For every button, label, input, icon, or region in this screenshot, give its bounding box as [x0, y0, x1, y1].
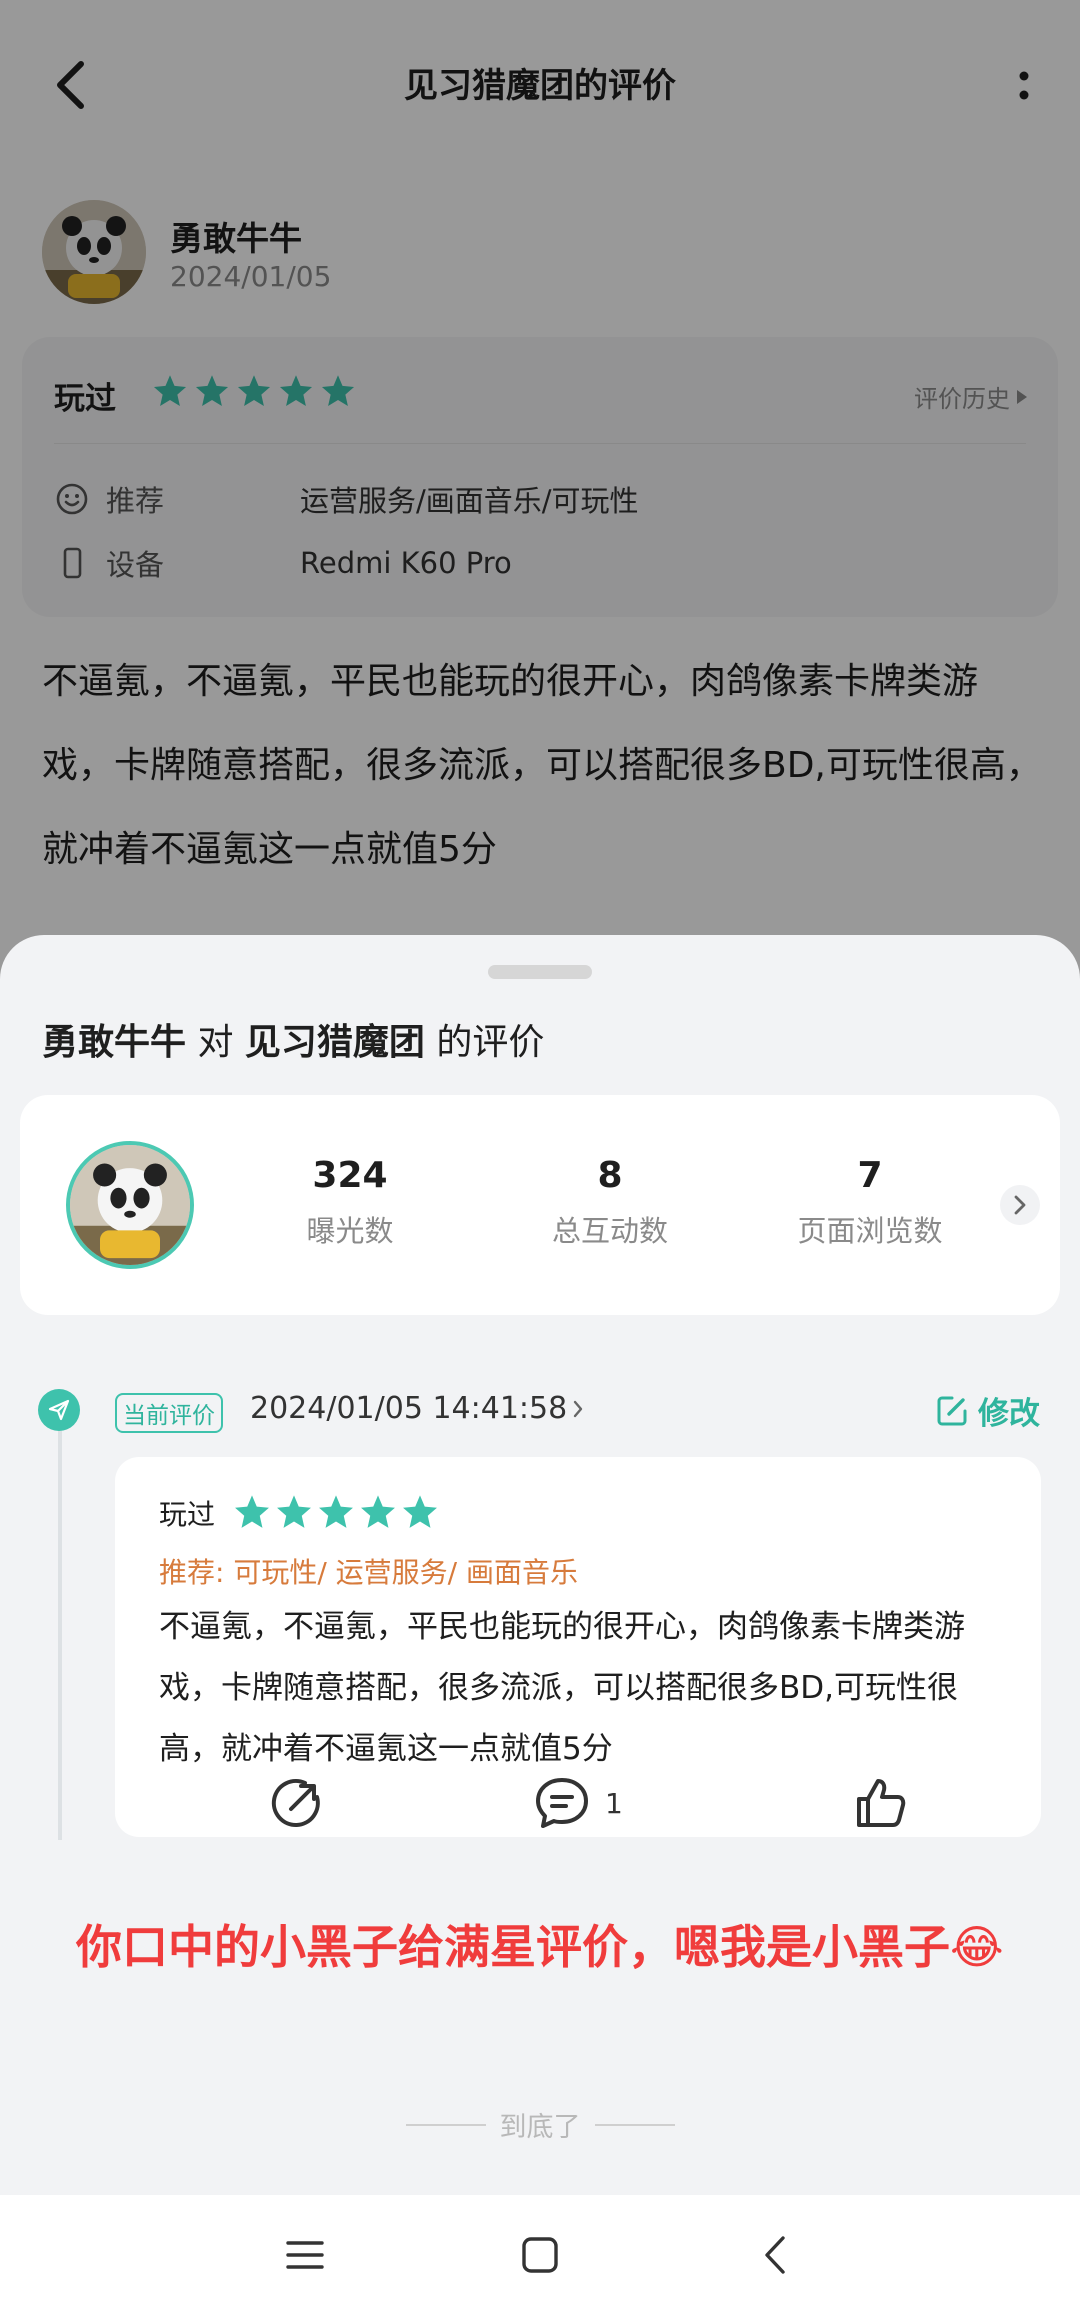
home-icon	[522, 2237, 558, 2273]
share-icon	[271, 1779, 320, 1827]
stat-value: 8	[597, 1155, 623, 1196]
star-icon	[319, 1495, 353, 1528]
divider	[594, 2123, 675, 2126]
comment-count: 1	[605, 1786, 623, 1820]
timeline-dot	[38, 1389, 80, 1431]
end-of-list: 到底了	[0, 2105, 1080, 2144]
star-icon	[277, 1495, 311, 1528]
chevron-right-icon	[1014, 1195, 1026, 1215]
back-nav-icon	[765, 2236, 785, 2274]
menu-icon	[286, 2241, 324, 2269]
stat-label: 曝光数	[306, 1214, 394, 1248]
chevron-right-icon	[573, 1400, 583, 1417]
back-nav-button[interactable]	[745, 2225, 805, 2285]
end-text: 到底了	[499, 2112, 581, 2143]
like-icon	[857, 1779, 906, 1827]
star-icon	[403, 1495, 437, 1528]
sheet-title-end: 的评价	[424, 1022, 545, 1063]
review-text: 不逼氪，不逼氪，平民也能玩的很开心，肉鸽像素卡牌类游戏，卡牌随意搭配，很多流派，…	[159, 1609, 965, 1767]
stat-label: 总互动数	[551, 1214, 668, 1248]
played-label: 玩过	[159, 1498, 216, 1531]
stats-more-button[interactable]	[1000, 1185, 1040, 1225]
star-icon	[235, 1495, 269, 1528]
stat-page-views: 7 页面浏览数	[775, 1155, 965, 1250]
like-button[interactable]	[853, 1775, 909, 1831]
stat-value: 7	[857, 1155, 883, 1196]
menu-nav-button[interactable]	[275, 2225, 335, 2285]
comment-icon	[536, 1778, 588, 1828]
sheet-title-user: 勇敢牛牛	[42, 1022, 187, 1063]
edit-label: 修改	[978, 1396, 1040, 1432]
edit-button[interactable]: 修改	[934, 1388, 1040, 1433]
stats-card[interactable]: 324 曝光数 8 总互动数 7 页面浏览数	[20, 1095, 1060, 1315]
timeline-line	[58, 1400, 62, 1840]
divider	[405, 2123, 486, 2126]
stat-interactions: 8 总互动数	[525, 1155, 695, 1250]
review-time-text: 2024/01/05 14:41:58	[250, 1391, 568, 1426]
review-actions: 1	[115, 1775, 1041, 1845]
stat-label: 页面浏览数	[797, 1214, 943, 1248]
edit-icon	[937, 1396, 967, 1425]
review-time[interactable]: 2024/01/05 14:41:58	[250, 1391, 583, 1426]
send-icon	[48, 1399, 70, 1421]
caption-overlay-text: 你口中的小黑子给满星评价，嗯我是小黑子😂	[76, 1920, 1004, 1974]
comment-button[interactable]: 1	[533, 1775, 623, 1831]
stat-value: 324	[312, 1155, 388, 1196]
bottom-sheet: 勇敢牛牛 对 见习猎魔团 的评价 324 曝光数 8 总互动数 7 页面浏览数 …	[0, 935, 1080, 2305]
sheet-title: 勇敢牛牛 对 见习猎魔团 的评价	[42, 1013, 544, 1065]
home-nav-button[interactable]	[510, 2225, 570, 2285]
system-nav-bar	[0, 2195, 1080, 2305]
sheet-title-mid: 对	[186, 1022, 245, 1063]
share-button[interactable]	[269, 1775, 325, 1831]
sheet-title-game: 见习猎魔团	[244, 1022, 425, 1063]
panda-avatar-icon	[70, 1145, 190, 1265]
review-card[interactable]: 玩过 推荐: 可玩性/ 运营服务/ 画面音乐 不逼氪，不逼氪，平民也能玩的很开心…	[115, 1457, 1041, 1837]
stat-exposure: 324 曝光数	[280, 1155, 420, 1250]
recommend-tags: 推荐: 可玩性/ 运营服务/ 画面音乐	[159, 1556, 579, 1589]
avatar	[66, 1141, 194, 1269]
drag-handle[interactable]	[488, 965, 592, 979]
current-review-badge: 当前评价	[115, 1393, 223, 1433]
star-icon	[361, 1495, 395, 1528]
star-rating	[233, 1493, 439, 1531]
